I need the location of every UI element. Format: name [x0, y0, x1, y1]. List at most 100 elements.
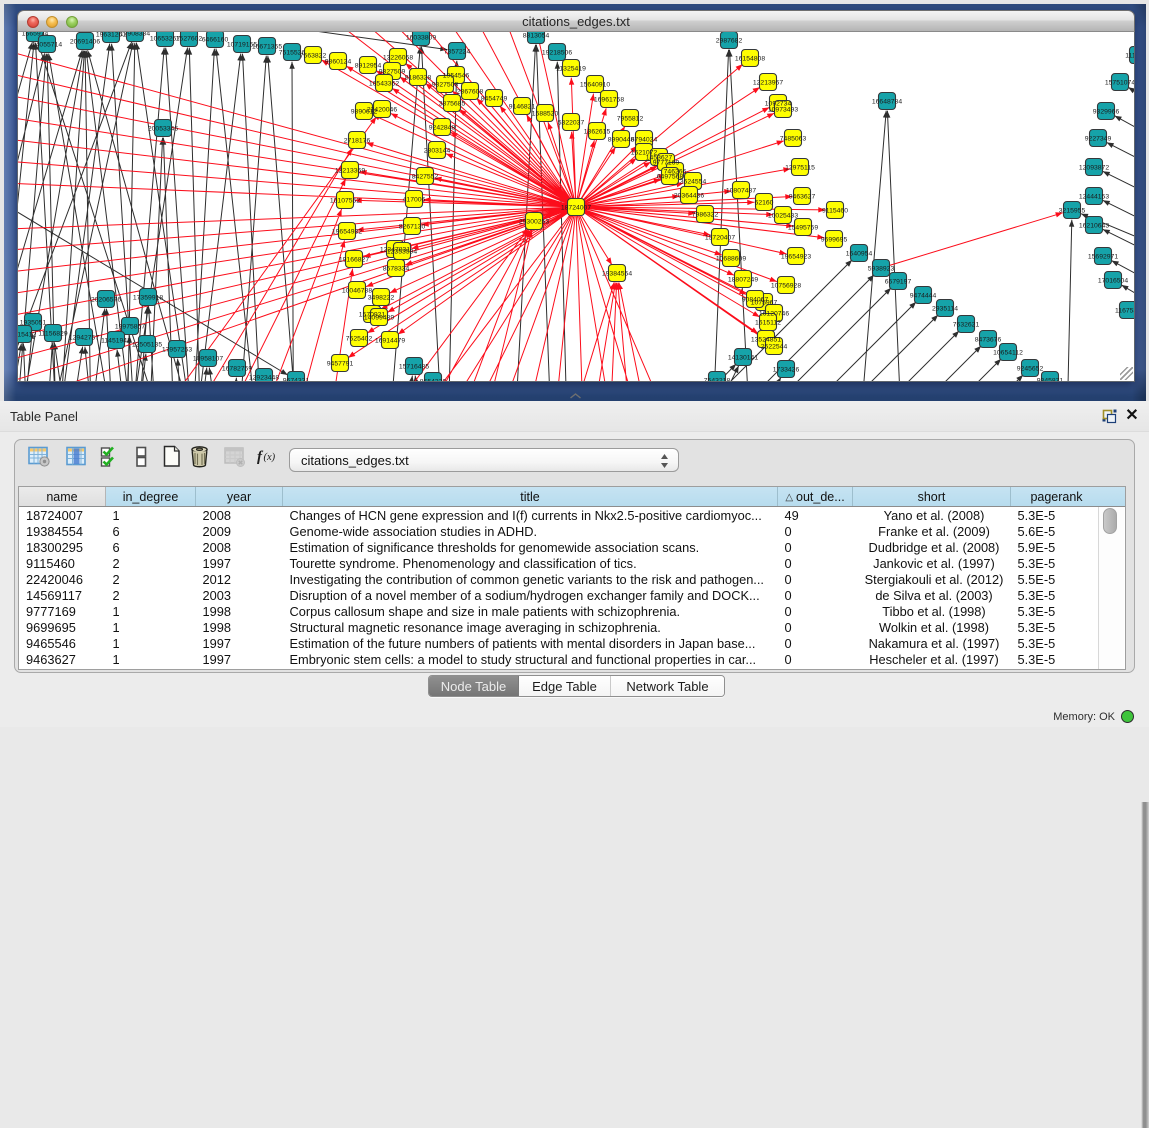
table-selector-dropdown[interactable]: citations_edges.txt — [289, 448, 679, 472]
table-cell[interactable]: Jankovic et al. (1997) — [853, 555, 1011, 571]
table-cell[interactable]: 1997 — [196, 652, 283, 668]
function-builder-button[interactable]: f(x) — [255, 446, 283, 472]
table-cell[interactable]: 18724007 — [19, 507, 106, 524]
tab-network-table[interactable]: Network Table — [611, 676, 724, 696]
table-cell[interactable]: Yano et al. (2008) — [853, 507, 1011, 524]
table-cell[interactable]: Changes of HCN gene expression and I(f) … — [283, 507, 778, 524]
table-cell[interactable]: Structural magnetic resonance image aver… — [283, 620, 778, 636]
table-cell[interactable]: 18300295 — [19, 539, 106, 555]
change-table-mode-button[interactable] — [21, 446, 58, 472]
table-cell[interactable]: 1 — [106, 604, 196, 620]
table-cell[interactable]: Franke et al. (2009) — [853, 523, 1011, 539]
column-header-name[interactable]: name — [19, 487, 106, 507]
table-cell[interactable]: 2003 — [196, 587, 283, 603]
column-header-in-degree[interactable]: in_degree — [106, 487, 196, 507]
table-cell[interactable]: 0 — [778, 523, 853, 539]
tab-edge-table[interactable]: Edge Table — [519, 676, 611, 696]
table-cell[interactable]: 1998 — [196, 604, 283, 620]
network-window-titlebar[interactable]: citations_edges.txt — [17, 10, 1135, 31]
table-cell[interactable]: 1997 — [196, 636, 283, 652]
table-cell[interactable]: 5.3E-5 — [1011, 620, 1103, 636]
new-column-button[interactable] — [157, 446, 185, 472]
show-columns-button[interactable] — [58, 446, 94, 472]
table-cell[interactable]: 5.3E-5 — [1011, 636, 1103, 652]
network-canvas[interactable]: 1665974140557142069140619631261179083341… — [17, 31, 1135, 382]
select-all-button[interactable] — [94, 446, 126, 472]
table-row[interactable]: 1938455462009Genome-wide association stu… — [19, 523, 1103, 539]
table-row[interactable]: 977716911998Corpus callosum shape and si… — [19, 604, 1103, 620]
table-row[interactable]: 1830029562008Estimation of significance … — [19, 539, 1103, 555]
table-cell[interactable]: 0 — [778, 555, 853, 571]
table-cell[interactable]: Embryonic stem cells: a model to study s… — [283, 652, 778, 668]
column-header-short[interactable]: short — [853, 487, 1011, 507]
table-cell[interactable]: 2 — [106, 555, 196, 571]
table-cell[interactable]: 1 — [106, 652, 196, 668]
table-cell[interactable]: de Silva et al. (2003) — [853, 587, 1011, 603]
table-cell[interactable]: 2 — [106, 571, 196, 587]
tab-node-table[interactable]: Node Table — [429, 676, 519, 696]
table-cell[interactable]: 2008 — [196, 507, 283, 524]
table-row[interactable]: 969969511998Structural magnetic resonanc… — [19, 620, 1103, 636]
table-cell[interactable]: 0 — [778, 636, 853, 652]
table-cell[interactable]: 5.3E-5 — [1011, 587, 1103, 603]
table-cell[interactable]: Tibbo et al. (1998) — [853, 604, 1011, 620]
table-cell[interactable]: Hescheler et al. (1997) — [853, 652, 1011, 668]
table-cell[interactable]: Corpus callosum shape and size in male p… — [283, 604, 778, 620]
table-row[interactable]: 1456911722003Disruption of a novel membe… — [19, 587, 1103, 603]
window-resize-grip[interactable] — [1120, 367, 1133, 380]
table-cell[interactable]: 0 — [778, 587, 853, 603]
table-cell[interactable]: 14569117 — [19, 587, 106, 603]
table-row[interactable]: 946362711997Embryonic stem cells: a mode… — [19, 652, 1103, 668]
table-cell[interactable]: 5.9E-5 — [1011, 539, 1103, 555]
table-cell[interactable]: 2008 — [196, 539, 283, 555]
table-row[interactable]: 2242004622012Investigating the contribut… — [19, 571, 1103, 587]
table-cell[interactable]: 1 — [106, 507, 196, 524]
table-cell[interactable]: 5.3E-5 — [1011, 604, 1103, 620]
delete-column-button[interactable] — [185, 446, 214, 472]
scrollbar-thumb[interactable] — [1103, 508, 1117, 534]
table-cell[interactable]: 1 — [106, 620, 196, 636]
table-cell[interactable]: Stergiakouli et al. (2012) — [853, 571, 1011, 587]
table-cell[interactable]: 2 — [106, 587, 196, 603]
unselect-all-button[interactable] — [126, 446, 157, 472]
column-header-pagerank[interactable]: pagerank — [1011, 487, 1103, 507]
table-cell[interactable]: 2009 — [196, 523, 283, 539]
table-cell[interactable]: Dudbridge et al. (2008) — [853, 539, 1011, 555]
table-cell[interactable]: 49 — [778, 507, 853, 524]
table-cell[interactable]: 5.3E-5 — [1011, 555, 1103, 571]
table-cell[interactable]: 1998 — [196, 620, 283, 636]
table-cell[interactable]: Estimation of significance thresholds fo… — [283, 539, 778, 555]
table-cell[interactable]: 9699695 — [19, 620, 106, 636]
table-cell[interactable]: 0 — [778, 571, 853, 587]
table-vertical-scrollbar[interactable] — [1098, 507, 1124, 669]
table-cell[interactable]: 9465546 — [19, 636, 106, 652]
table-cell[interactable]: 0 — [778, 539, 853, 555]
table-cell[interactable]: 6 — [106, 523, 196, 539]
table-cell[interactable]: Tourette syndrome. Phenomenology and cla… — [283, 555, 778, 571]
table-cell[interactable]: 1 — [106, 636, 196, 652]
column-header-year[interactable]: year — [196, 487, 283, 507]
table-cell[interactable]: Investigating the contribution of common… — [283, 571, 778, 587]
table-cell[interactable]: 19384554 — [19, 523, 106, 539]
column-header-out-de-[interactable]: △out_de... — [778, 487, 853, 507]
delete-table-button[interactable] — [214, 446, 255, 472]
table-cell[interactable]: 9463627 — [19, 652, 106, 668]
table-cell[interactable]: 9115460 — [19, 555, 106, 571]
table-cell[interactable]: Disruption of a novel member of a sodium… — [283, 587, 778, 603]
table-cell[interactable]: 2012 — [196, 571, 283, 587]
table-cell[interactable]: 5.6E-5 — [1011, 523, 1103, 539]
close-panel-icon[interactable]: ✕ — [1124, 407, 1140, 424]
column-header-title[interactable]: title — [283, 487, 778, 507]
table-cell[interactable]: Nakamura et al. (1997) — [853, 636, 1011, 652]
table-row[interactable]: 911546021997Tourette syndrome. Phenomeno… — [19, 555, 1103, 571]
table-cell[interactable]: 6 — [106, 539, 196, 555]
table-cell[interactable]: 0 — [778, 604, 853, 620]
table-cell[interactable]: 5.5E-5 — [1011, 571, 1103, 587]
table-cell[interactable]: 0 — [778, 620, 853, 636]
table-cell[interactable]: 9777169 — [19, 604, 106, 620]
table-cell[interactable]: 5.3E-5 — [1011, 652, 1103, 668]
table-cell[interactable]: Genome-wide association studies in ADHD. — [283, 523, 778, 539]
table-cell[interactable]: 1997 — [196, 555, 283, 571]
splitter-handle-icon[interactable] — [569, 393, 582, 399]
table-row[interactable]: 946554611997Estimation of the future num… — [19, 636, 1103, 652]
